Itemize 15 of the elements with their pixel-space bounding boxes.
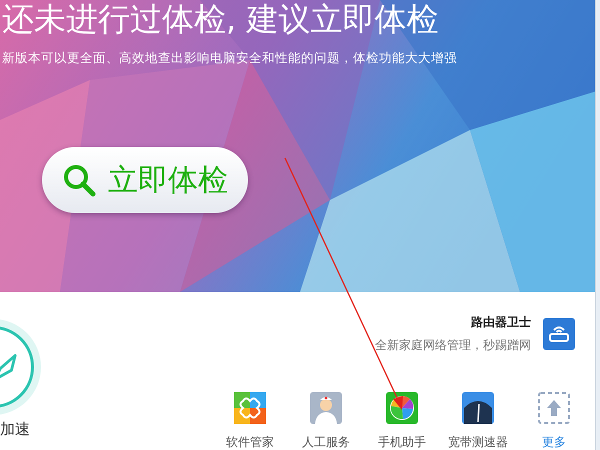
router-icon[interactable] [543, 318, 575, 350]
doctor-icon[interactable] [310, 392, 342, 424]
tool-label[interactable]: 人工服务 [302, 434, 350, 450]
more-link[interactable]: 更多 [542, 434, 566, 450]
banner-subtitle: 新版本可以更全面、高效地查出影响电脑安全和性能的问题，体检功能大大增强 [2, 49, 457, 67]
speedup-label: 加速 [0, 420, 30, 439]
tool-label[interactable]: 手机助手 [378, 434, 426, 450]
search-icon [62, 163, 96, 197]
tool-label[interactable]: 宽带测速器 [448, 434, 508, 450]
speed-gauge-icon[interactable] [462, 392, 494, 424]
router-promo-description: 全新家庭网络管理，秒踢蹭网 [375, 337, 531, 354]
router-promo-title[interactable]: 路由器卫士 [471, 314, 531, 331]
tool-label[interactable]: 软件管家 [226, 434, 274, 450]
banner-title: 还未进行过体检, 建议立即体检 [2, 0, 438, 40]
flower-app-icon[interactable] [234, 392, 266, 424]
